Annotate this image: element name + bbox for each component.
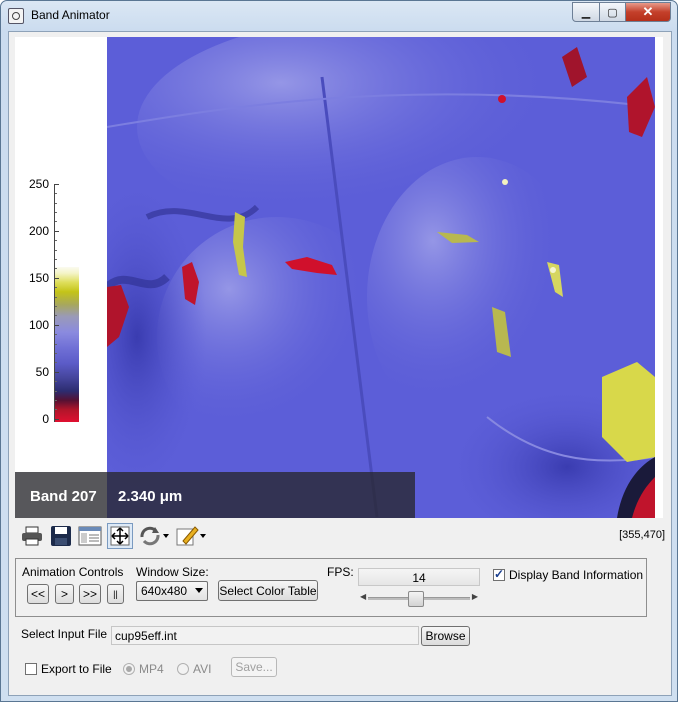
- colorbar: [54, 267, 79, 422]
- fit-window-icon: [110, 526, 130, 546]
- cursor-coordinates: [355,470]: [619, 529, 665, 541]
- properties-icon: [78, 526, 102, 546]
- spectral-band-image[interactable]: [107, 37, 655, 518]
- window-size-value: 640x480: [141, 584, 188, 598]
- printer-icon: [22, 526, 42, 546]
- colorbar-minor-tick: [55, 203, 57, 204]
- minimize-icon: ▁: [581, 6, 591, 19]
- colorbar-minor-tick: [55, 344, 57, 345]
- colorbar-minor-tick: [55, 400, 57, 401]
- colorbar-minor-tick: [55, 353, 57, 354]
- edit-button[interactable]: [175, 524, 207, 548]
- colorbar-tick-label: 100: [28, 318, 49, 332]
- fps-slider[interactable]: ◀ ▶: [358, 588, 480, 607]
- mp4-label: MP4: [139, 662, 164, 676]
- title-bar[interactable]: Band Animator ▁ ▢ ✕: [1, 1, 677, 31]
- avi-label: AVI: [193, 662, 212, 676]
- colorbar-tick-label: 0: [42, 412, 49, 426]
- colorbar-axis: [54, 184, 55, 422]
- colorbar-minor-tick: [55, 297, 57, 298]
- colorbar-minor-tick: [55, 193, 57, 194]
- window-size-label: Window Size:: [136, 565, 209, 579]
- window-title: Band Animator: [31, 8, 110, 22]
- colorbar-minor-tick: [55, 381, 57, 382]
- colorbar-tick-label: 250: [28, 177, 49, 191]
- colorbar-tick: [55, 231, 59, 232]
- save-video-button[interactable]: Save...: [231, 657, 277, 677]
- pause-button[interactable]: ||: [107, 584, 124, 604]
- colorbar-minor-tick: [55, 212, 57, 213]
- close-icon: ✕: [642, 4, 654, 19]
- maximize-button[interactable]: ▢: [600, 2, 626, 22]
- fast-forward-button[interactable]: >>: [79, 584, 101, 604]
- fps-label: FPS:: [327, 565, 354, 579]
- slider-left-arrow-icon[interactable]: ◀: [360, 592, 366, 601]
- colorbar-tick: [55, 184, 59, 185]
- colorbar-minor-tick: [55, 268, 57, 269]
- colorbar-tick-label: 50: [35, 365, 49, 379]
- image-canvas[interactable]: 250 200 150 100 50 0 Band 207 2.340 μm: [15, 37, 663, 518]
- rotate-icon: [140, 526, 169, 546]
- toolbar: [20, 523, 212, 549]
- print-button[interactable]: [20, 524, 44, 548]
- export-to-file-checkbox[interactable]: [25, 663, 37, 675]
- colorbar-minor-tick: [55, 306, 57, 307]
- fps-value-display: 14: [358, 568, 480, 586]
- colorbar-minor-tick: [55, 391, 57, 392]
- step-forward-button[interactable]: >: [55, 584, 74, 604]
- colorbar-minor-tick: [55, 259, 57, 260]
- colorbar-minor-tick: [55, 334, 57, 335]
- band-number-label: Band 207: [30, 488, 97, 505]
- avi-radio[interactable]: [177, 663, 189, 675]
- colorbar-minor-tick: [55, 315, 57, 316]
- colorbar-minor-tick: [55, 409, 57, 410]
- edit-icon: [176, 526, 206, 546]
- select-input-file-label: Select Input File :: [21, 627, 114, 641]
- colorbar-tick: [55, 372, 59, 373]
- display-band-info-checkbox[interactable]: [493, 567, 505, 581]
- save-button[interactable]: [49, 524, 73, 548]
- colorbar-tick-label: 150: [28, 271, 49, 285]
- colorbar-tick: [55, 325, 59, 326]
- colorbar-minor-tick: [55, 362, 57, 363]
- select-color-table-button[interactable]: Select Color Table: [218, 580, 318, 601]
- colorbar-tick: [55, 278, 59, 279]
- chevron-down-icon: [195, 588, 203, 593]
- colorbar-tick: [55, 419, 59, 420]
- save-icon: [51, 526, 71, 546]
- client-area: 250 200 150 100 50 0 Band 207 2.340 μm […: [8, 31, 672, 696]
- close-button[interactable]: ✕: [626, 2, 671, 22]
- band-image-graphic: [107, 37, 655, 518]
- mp4-radio[interactable]: [123, 663, 135, 675]
- minimize-button[interactable]: ▁: [572, 2, 600, 22]
- rotate-button[interactable]: [138, 524, 170, 548]
- fit-window-button[interactable]: [107, 523, 133, 549]
- band-wavelength-label: 2.340 μm: [118, 488, 183, 505]
- slider-right-arrow-icon[interactable]: ▶: [472, 592, 478, 601]
- export-to-file-label[interactable]: Export to File: [41, 662, 112, 676]
- input-file-field[interactable]: cup95eff.int: [111, 626, 419, 645]
- colorbar-minor-tick: [55, 240, 57, 241]
- maximize-icon: ▢: [607, 6, 618, 19]
- band-animator-window: Band Animator ▁ ▢ ✕ 250 200 150 100 50 0…: [0, 0, 678, 702]
- colorbar-minor-tick: [55, 250, 57, 251]
- animation-controls-label: Animation Controls: [22, 565, 124, 579]
- colorbar-minor-tick: [55, 287, 57, 288]
- browse-button[interactable]: Browse: [421, 626, 470, 646]
- colorbar-minor-tick: [55, 221, 57, 222]
- app-icon[interactable]: [8, 8, 24, 24]
- colorbar-tick-label: 200: [28, 224, 49, 238]
- rewind-button[interactable]: <<: [27, 584, 49, 604]
- fps-slider-thumb[interactable]: [407, 591, 424, 607]
- properties-button[interactable]: [78, 524, 102, 548]
- display-band-info-label[interactable]: Display Band Information: [509, 568, 643, 582]
- window-size-select[interactable]: 640x480: [136, 581, 208, 601]
